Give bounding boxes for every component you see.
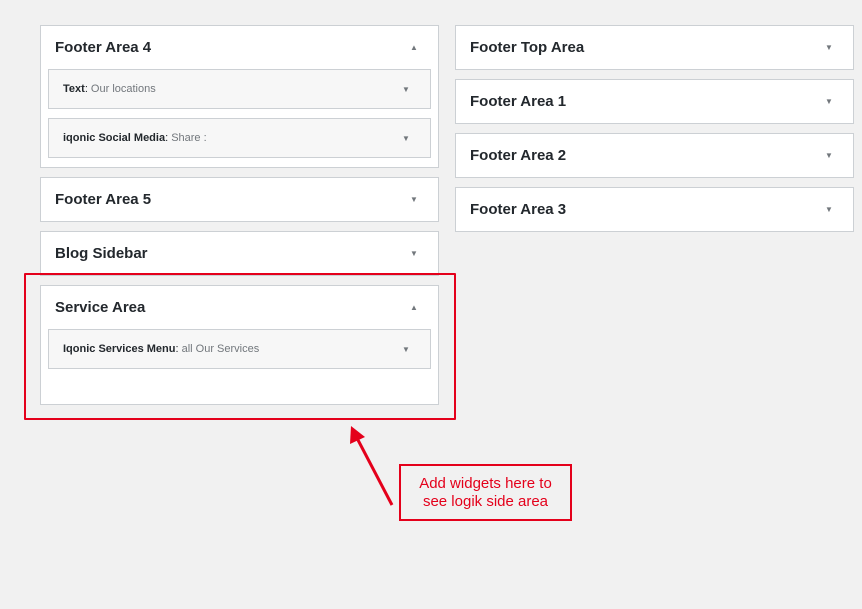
annotation-note: Add widgets here to see logik side area <box>399 464 572 521</box>
